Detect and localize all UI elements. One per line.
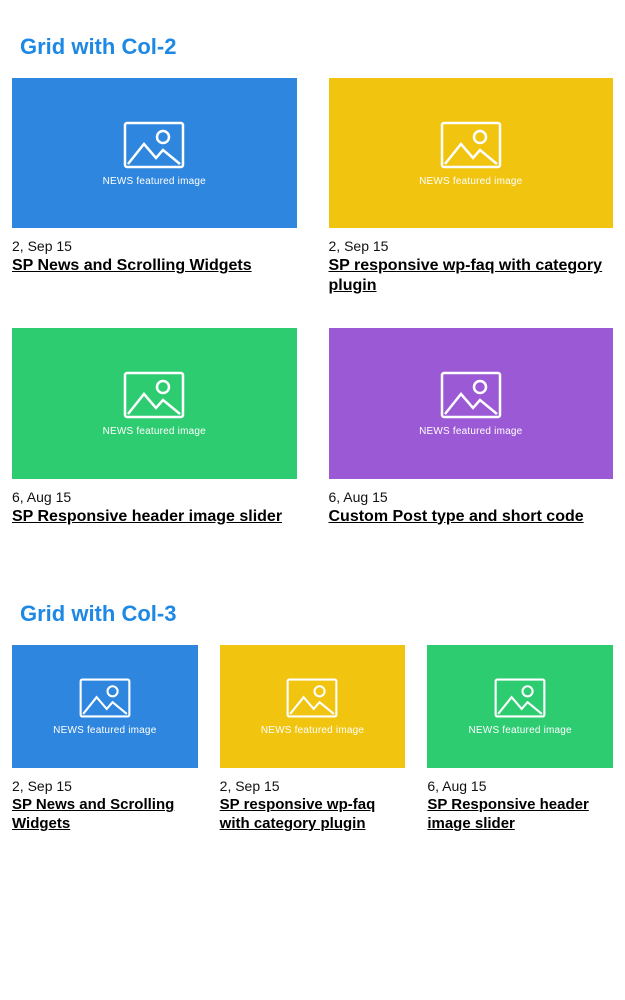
news-date: 2, Sep 15 [12, 238, 297, 254]
section-spacer [12, 527, 613, 577]
news-thumb[interactable]: NEWS featured image [220, 645, 406, 769]
thumb-label: NEWS featured image [261, 725, 364, 736]
thumb-label: NEWS featured image [53, 725, 156, 736]
image-placeholder-icon [439, 370, 503, 420]
news-card: NEWS featured image 6, Aug 15 Custom Pos… [329, 328, 614, 526]
news-date: 6, Aug 15 [329, 489, 614, 505]
news-card: NEWS featured image 2, Sep 15 SP News an… [12, 645, 198, 834]
news-thumb[interactable]: NEWS featured image [427, 645, 613, 769]
news-card: NEWS featured image 2, Sep 15 SP respons… [220, 645, 406, 834]
image-placeholder-icon [122, 120, 186, 170]
thumb-label: NEWS featured image [103, 426, 206, 437]
image-placeholder-icon [78, 677, 132, 719]
news-thumb[interactable]: NEWS featured image [12, 645, 198, 769]
news-title-link[interactable]: SP Responsive header image slider [12, 507, 282, 527]
news-card: NEWS featured image 6, Aug 15 SP Respons… [427, 645, 613, 834]
news-title-link[interactable]: SP News and Scrolling Widgets [12, 256, 252, 276]
image-placeholder-icon [439, 120, 503, 170]
section-heading-col3: Grid with Col-3 [20, 601, 613, 627]
thumb-label: NEWS featured image [103, 176, 206, 187]
news-card: NEWS featured image 2, Sep 15 SP respons… [329, 78, 614, 296]
section-heading-col2: Grid with Col-2 [20, 34, 613, 60]
thumb-label: NEWS featured image [419, 176, 522, 187]
news-date: 6, Aug 15 [12, 489, 297, 505]
news-thumb[interactable]: NEWS featured image [329, 328, 614, 478]
image-placeholder-icon [285, 677, 339, 719]
news-title-link[interactable]: SP responsive wp-faq with cate­gory plug… [329, 256, 614, 296]
news-thumb[interactable]: NEWS featured image [12, 328, 297, 478]
news-date: 2, Sep 15 [220, 778, 406, 794]
news-date: 2, Sep 15 [12, 778, 198, 794]
news-title-link[interactable]: SP News and Scrolling Widgets [12, 796, 198, 834]
news-title-link[interactable]: SP responsive wp-faq with cate­gory plug… [220, 796, 406, 834]
news-thumb[interactable]: NEWS featured image [12, 78, 297, 228]
image-placeholder-icon [122, 370, 186, 420]
news-date: 2, Sep 15 [329, 238, 614, 254]
news-title-link[interactable]: SP Responsive header image slider [427, 796, 613, 834]
news-thumb[interactable]: NEWS featured image [329, 78, 614, 228]
news-card: NEWS featured image 2, Sep 15 SP News an… [12, 78, 297, 296]
thumb-label: NEWS featured image [469, 725, 572, 736]
news-date: 6, Aug 15 [427, 778, 613, 794]
news-title-link[interactable]: Custom Post type and short code [329, 507, 584, 527]
image-placeholder-icon [493, 677, 547, 719]
grid-col2: NEWS featured image 2, Sep 15 SP News an… [12, 78, 613, 527]
thumb-label: NEWS featured image [419, 426, 522, 437]
news-card: NEWS featured image 6, Aug 15 SP Respons… [12, 328, 297, 526]
grid-col3: NEWS featured image 2, Sep 15 SP News an… [12, 645, 613, 834]
